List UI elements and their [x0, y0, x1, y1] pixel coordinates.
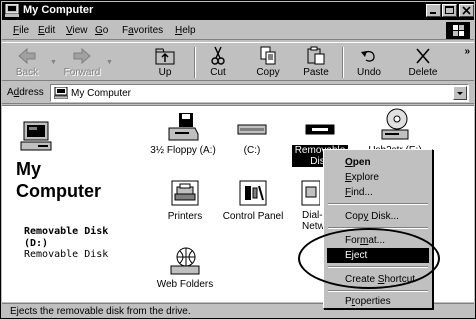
copy-button[interactable]: Copy	[245, 45, 291, 80]
maximize-icon	[445, 6, 454, 14]
title-bar[interactable]: My Computer	[2, 2, 474, 20]
computer-icon	[54, 87, 68, 99]
address-dropdown-button[interactable]	[453, 86, 467, 100]
floppy-drive-icon	[168, 113, 199, 141]
address-input[interactable]: My Computer	[50, 84, 469, 102]
floppy-drive-item[interactable]: 3½ Floppy (A:)	[150, 112, 216, 156]
menu-view[interactable]: View	[66, 25, 88, 36]
close-button[interactable]	[459, 4, 474, 17]
menu-explore[interactable]: Explore	[327, 170, 429, 185]
delete-button[interactable]: Delete	[400, 45, 446, 80]
back-dropdown-icon[interactable]: ▼	[50, 59, 57, 66]
menu-separator	[328, 290, 428, 292]
maximize-button[interactable]	[442, 4, 457, 17]
toolbar-separator	[342, 47, 344, 78]
delete-x-icon	[416, 48, 430, 64]
cut-button[interactable]: Cut	[195, 45, 241, 80]
cd-drive-icon	[381, 108, 409, 140]
selected-item-name: Removable Disk (D:)	[24, 226, 109, 249]
highlight-oval	[298, 228, 440, 289]
windows-logo-icon	[446, 22, 470, 39]
forward-button[interactable]: Forward	[59, 45, 105, 80]
explorer-window: My Computer File Edit View Go Favorites …	[0, 0, 476, 319]
menu-favorites[interactable]: Favorites	[122, 25, 163, 36]
chevron-down-icon	[457, 92, 463, 95]
window-title: My Computer	[23, 4, 94, 16]
menu-edit[interactable]: Edit	[38, 25, 55, 36]
menu-properties[interactable]: Properties	[327, 294, 429, 309]
printers-item[interactable]: Printers	[160, 178, 210, 222]
menu-find[interactable]: Find...	[327, 185, 429, 200]
address-value: My Computer	[71, 88, 132, 99]
menu-file[interactable]: File	[13, 25, 29, 36]
computer-icon	[5, 4, 19, 17]
dialup-networking-item[interactable]	[298, 178, 322, 208]
status-text: Ejects the removable disk from the drive…	[10, 306, 191, 317]
back-button[interactable]: Back	[4, 45, 50, 80]
web-folders-item[interactable]: Web Folders	[154, 246, 216, 290]
page-title: My Computer	[16, 159, 101, 201]
forward-dropdown-icon[interactable]: ▼	[106, 59, 113, 66]
standard-toolbar: Back ▼ Forward ▼ Up Cut Copy Paste Undo	[2, 42, 474, 81]
selected-item-type: Removable Disk	[24, 249, 109, 260]
menu-go[interactable]: Go	[95, 25, 108, 36]
web-folders-icon	[170, 247, 200, 275]
minimize-button[interactable]	[426, 4, 441, 17]
toolbar-more-chevron-icon[interactable]: »	[464, 46, 470, 57]
copy-icon	[260, 46, 276, 65]
control-panel-icon	[239, 180, 267, 206]
address-bar: Address My Computer	[2, 82, 474, 104]
dialup-networking-icon	[301, 180, 320, 206]
up-button[interactable]: Up	[142, 45, 188, 80]
scissors-icon	[211, 46, 225, 65]
forward-arrow-icon	[73, 47, 91, 65]
my-computer-icon	[20, 121, 52, 151]
c-drive-item[interactable]: (C:)	[224, 112, 280, 156]
paste-button[interactable]: Paste	[293, 45, 339, 80]
address-label: Address	[7, 87, 44, 98]
up-folder-icon	[155, 48, 175, 65]
back-arrow-icon	[18, 47, 36, 65]
menu-open[interactable]: Open	[327, 155, 429, 170]
control-panel-item[interactable]: Control Panel	[218, 178, 288, 222]
menu-separator	[328, 203, 428, 205]
menu-help[interactable]: Help	[175, 25, 196, 36]
removable-disk-icon	[305, 124, 335, 135]
minimize-icon	[430, 12, 436, 14]
menu-bar: File Edit View Go Favorites Help	[2, 21, 474, 40]
menu-copy-disk[interactable]: Copy Disk...	[327, 209, 429, 224]
undo-button[interactable]: Undo	[346, 45, 392, 80]
undo-icon	[361, 50, 375, 62]
close-icon	[462, 6, 471, 15]
paste-icon	[307, 46, 325, 65]
printers-folder-icon	[171, 180, 199, 206]
hard-drive-icon	[237, 124, 267, 135]
